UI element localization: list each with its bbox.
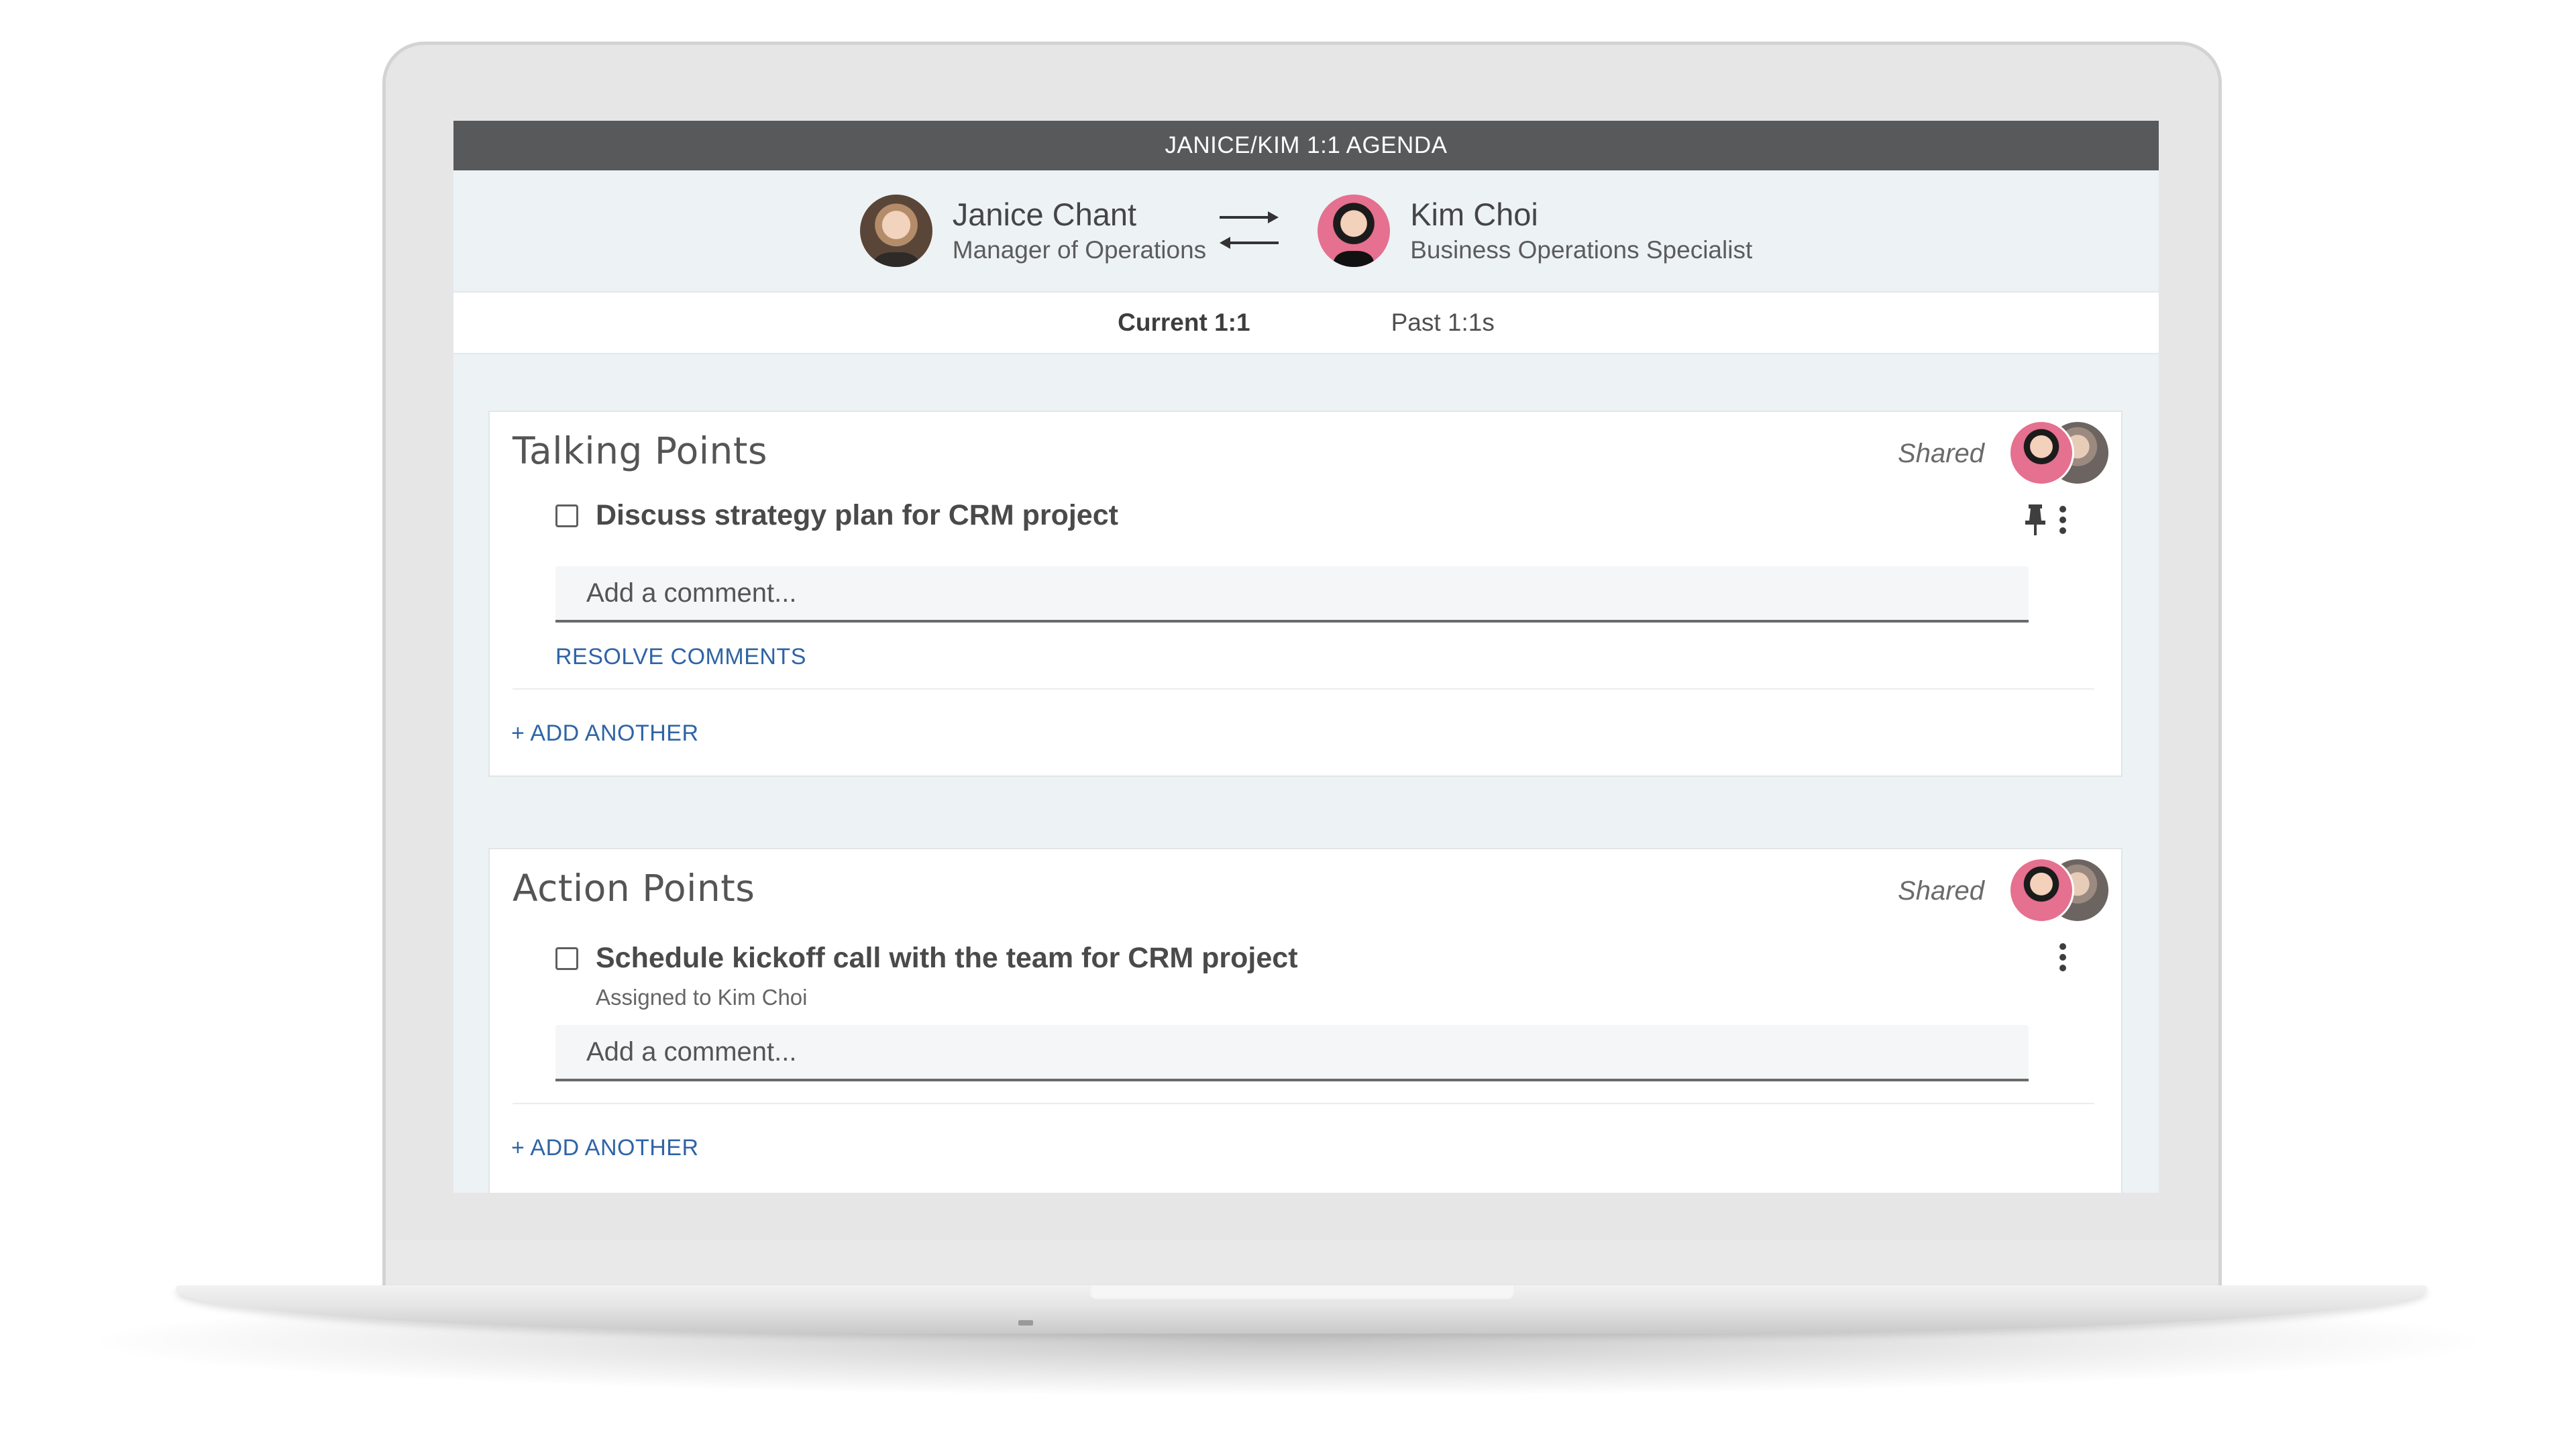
talking-points-card: Talking Points Shared Discuss strategy p… (488, 411, 2123, 777)
agenda-title: JANICE/KIM 1:1 AGENDA (1165, 132, 1448, 158)
avatar-kim (1318, 195, 1391, 267)
add-action-point-link[interactable]: + ADD ANOTHER (511, 1135, 699, 1161)
agenda-title-bar: JANICE/KIM 1:1 AGENDA (453, 121, 2159, 170)
avatar-kim-small (2008, 857, 2074, 923)
action-points-title: Action Points (513, 867, 755, 910)
manager-role: Manager of Operations (952, 235, 1207, 264)
action-point-item: Schedule kickoff call with the team for … (555, 942, 1298, 975)
divider (513, 688, 2094, 690)
talking-points-shared-label: Shared (1898, 439, 1984, 468)
manager-card[interactable]: Janice Chant Manager of Operations (859, 195, 1207, 267)
tab-bar: Current 1:1 Past 1:1s (453, 292, 2159, 354)
talking-points-title: Talking Points (513, 429, 768, 472)
action-point-checkbox[interactable] (555, 947, 578, 970)
talking-point-checkbox[interactable] (555, 504, 578, 527)
tab-past[interactable]: Past 1:1s (1385, 309, 1501, 337)
app-screen: JANICE/KIM 1:1 AGENDA Janice Chant Manag… (453, 121, 2159, 1193)
laptop-notch (1089, 1285, 1515, 1301)
action-point-text[interactable]: Schedule kickoff call with the team for … (596, 942, 1298, 975)
action-points-shared-label: Shared (1898, 876, 1984, 906)
report-role: Business Operations Specialist (1410, 235, 1753, 264)
talking-point-text[interactable]: Discuss strategy plan for CRM project (596, 499, 1118, 532)
talking-point-item: Discuss strategy plan for CRM project (555, 499, 1118, 532)
participants-header: Janice Chant Manager of Operations Kim C… (453, 170, 2159, 292)
action-point-assignee: Assigned to Kim Choi (596, 985, 808, 1010)
swap-arrows-icon[interactable] (1217, 204, 1281, 258)
report-name: Kim Choi (1410, 196, 1538, 232)
add-talking-point-link[interactable]: + ADD ANOTHER (511, 720, 699, 747)
shared-avatars[interactable] (2008, 857, 2110, 923)
tab-current[interactable]: Current 1:1 (1111, 309, 1256, 337)
resolve-comments-link[interactable]: RESOLVE COMMENTS (555, 644, 806, 670)
manager-name: Janice Chant (952, 196, 1137, 232)
laptop-bezel-chin (386, 1240, 2218, 1287)
divider (513, 1103, 2094, 1104)
more-options-icon[interactable] (2058, 942, 2068, 973)
pin-icon[interactable] (2023, 503, 2047, 537)
action-points-card: Action Points Shared Schedule kickoff ca… (488, 848, 2123, 1193)
report-card[interactable]: Kim Choi Business Operations Specialist (1318, 195, 1752, 267)
action-point-comment-input[interactable]: Add a comment... (555, 1025, 2029, 1081)
talking-point-comment-input[interactable]: Add a comment... (555, 566, 2029, 623)
shared-avatars[interactable] (2008, 420, 2110, 486)
avatar-kim-small (2008, 420, 2074, 486)
laptop-indicator (1018, 1320, 1033, 1326)
avatar-janice (859, 195, 932, 267)
more-options-icon[interactable] (2058, 504, 2068, 535)
